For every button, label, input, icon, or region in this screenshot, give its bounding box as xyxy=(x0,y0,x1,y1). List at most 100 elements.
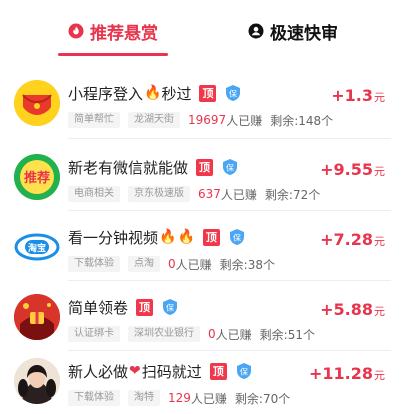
task-meta: 认证绑卡 深圳农业银行 0 人已赚 剩余:51个 xyxy=(68,325,315,343)
person-avatar xyxy=(14,358,60,404)
task-title-suffix: 秒过 xyxy=(161,84,192,103)
divider xyxy=(68,138,391,139)
price-unit: 元 xyxy=(374,235,385,248)
task-tag-category: 认证绑卡 xyxy=(68,326,120,342)
task-row[interactable]: 简单领卷 顶 保 认证绑卡 深圳农业银行 0 人已赚 剩余:51个 +5.88元 xyxy=(0,280,405,350)
svg-text:保: 保 xyxy=(229,89,237,99)
task-row[interactable]: 小程序登入 🔥 秒过 顶 保 简单帮忙 龙湖天街 19697 人已赚 剩余:14… xyxy=(0,66,405,136)
earned-count: 637 xyxy=(198,187,221,201)
top-badge: 顶 xyxy=(209,362,227,380)
tab-bar: 推荐悬赏 极速快审 xyxy=(0,0,405,58)
coupon-avatar xyxy=(14,294,60,340)
task-title: 简单领卷 xyxy=(68,298,129,317)
svg-text:保: 保 xyxy=(233,233,241,243)
task-row[interactable]: 新人必做 ❤ 扫码就过 顶 保 下载体验 淘特 129 人已赚 剩余:70个 +… xyxy=(0,344,405,414)
svg-text:保: 保 xyxy=(240,367,248,377)
task-reward-price: +9.55元 xyxy=(320,160,385,179)
task-tag-category: 简单帮忙 xyxy=(68,112,120,128)
price-value: +1.3 xyxy=(331,86,373,105)
guarantee-shield-icon: 保 xyxy=(229,229,244,245)
taobao-video-logo: 淘宝 xyxy=(14,224,60,270)
guarantee-shield-icon: 保 xyxy=(163,299,178,315)
task-tag-merchant: 点淘 xyxy=(128,256,160,272)
guarantee-shield-icon: 保 xyxy=(226,85,241,101)
fire-icon: 🔥 xyxy=(177,229,195,245)
task-title-suffix: 扫码就过 xyxy=(141,362,202,381)
top-badge: 顶 xyxy=(202,228,220,246)
task-tag-merchant: 京东极速版 xyxy=(128,186,190,202)
earned-count: 0 xyxy=(168,257,176,271)
fire-icon: 🔥 xyxy=(159,229,177,245)
flame-icon xyxy=(68,23,84,39)
remaining-count: 剩余:148个 xyxy=(270,113,334,128)
svg-text:推荐: 推荐 xyxy=(24,170,50,186)
task-tag-category: 下载体验 xyxy=(68,256,120,272)
task-title: 小程序登入 xyxy=(68,84,144,103)
top-badge: 顶 xyxy=(199,84,217,102)
task-row[interactable]: 淘宝 看一分钟视频 🔥 🔥 顶 保 下载体验 点淘 0 人已赚 剩余:38个 +… xyxy=(0,210,405,280)
earned-text: 人已赚 xyxy=(215,327,252,342)
svg-text:保: 保 xyxy=(226,163,234,173)
gift-coupon-logo xyxy=(14,294,60,340)
task-tag-merchant: 淘特 xyxy=(128,390,160,406)
task-tag-category: 下载体验 xyxy=(68,390,120,406)
tab-fast-review-label: 极速快审 xyxy=(270,23,338,44)
task-meta: 下载体验 点淘 0 人已赚 剩余:38个 xyxy=(68,255,275,273)
task-tag-merchant: 深圳农业银行 xyxy=(128,326,200,342)
fire-icon: 🔥 xyxy=(144,85,162,101)
heart-icon: ❤ xyxy=(129,363,141,379)
recommend-avatar: 推荐 xyxy=(14,154,60,200)
task-title-line: 看一分钟视频 🔥 🔥 顶 保 xyxy=(68,226,246,248)
earned-text: 人已赚 xyxy=(220,187,257,202)
task-reward-price: +11.28元 xyxy=(309,364,385,383)
price-value: +9.55 xyxy=(320,160,373,179)
user-icon xyxy=(248,23,264,39)
task-reward-price: +7.28元 xyxy=(320,230,385,249)
tab-recommended-reward[interactable]: 推荐悬赏 xyxy=(68,16,158,46)
task-meta: 电商相关 京东极速版 637 人已赚 剩余:72个 xyxy=(68,185,320,203)
task-title: 看一分钟视频 xyxy=(68,228,159,247)
user-photo xyxy=(14,358,60,404)
remaining-count: 剩余:72个 xyxy=(264,187,321,202)
envelope-avatar xyxy=(14,80,60,126)
earned-count: 0 xyxy=(208,327,216,341)
price-value: +11.28 xyxy=(308,364,373,383)
earned-text: 人已赚 xyxy=(190,391,227,406)
remaining-count: 剩余:51个 xyxy=(259,327,315,342)
task-title-line: 新老有微信就能做 顶 保 xyxy=(68,156,239,178)
task-title-line: 小程序登入 🔥 秒过 顶 保 xyxy=(68,82,242,104)
top-badge: 顶 xyxy=(196,158,214,176)
video-avatar: 淘宝 xyxy=(14,224,60,270)
task-reward-price: +1.3元 xyxy=(331,86,385,105)
price-value: +5.88 xyxy=(320,300,373,319)
task-title: 新老有微信就能做 xyxy=(68,158,189,177)
earned-count: 129 xyxy=(168,391,191,405)
price-unit: 元 xyxy=(374,305,385,318)
earned-text: 人已赚 xyxy=(226,113,263,128)
remaining-count: 剩余:38个 xyxy=(219,257,275,272)
task-title: 新人必做 xyxy=(68,362,129,381)
svg-text:淘宝: 淘宝 xyxy=(28,242,46,254)
red-envelope-icon xyxy=(14,80,60,126)
task-meta: 简单帮忙 龙湖天街 19697 人已赚 剩余:148个 xyxy=(68,111,333,129)
earned-count: 19697 xyxy=(188,113,227,127)
task-tag-merchant: 龙湖天街 xyxy=(128,112,180,128)
tab-recommended-reward-label: 推荐悬赏 xyxy=(90,23,158,44)
task-row[interactable]: 推荐 新老有微信就能做 顶 保 电商相关 京东极速版 637 人已赚 剩余:72… xyxy=(0,140,405,210)
task-title-line: 新人必做 ❤ 扫码就过 顶 保 xyxy=(68,360,253,382)
price-unit: 元 xyxy=(374,165,385,178)
task-tag-category: 电商相关 xyxy=(68,186,120,202)
active-tab-indicator xyxy=(58,53,168,56)
recommend-logo: 推荐 xyxy=(14,154,60,200)
price-unit: 元 xyxy=(374,91,385,104)
guarantee-shield-icon: 保 xyxy=(236,363,251,379)
svg-text:保: 保 xyxy=(166,303,174,313)
tab-fast-review[interactable]: 极速快审 xyxy=(248,16,338,46)
task-title-line: 简单领卷 顶 保 xyxy=(68,296,179,318)
task-meta: 下载体验 淘特 129 人已赚 剩余:70个 xyxy=(68,389,290,407)
earned-text: 人已赚 xyxy=(175,257,212,272)
price-value: +7.28 xyxy=(320,230,373,249)
price-unit: 元 xyxy=(374,369,385,382)
remaining-count: 剩余:70个 xyxy=(234,391,291,406)
top-badge: 顶 xyxy=(136,298,154,316)
